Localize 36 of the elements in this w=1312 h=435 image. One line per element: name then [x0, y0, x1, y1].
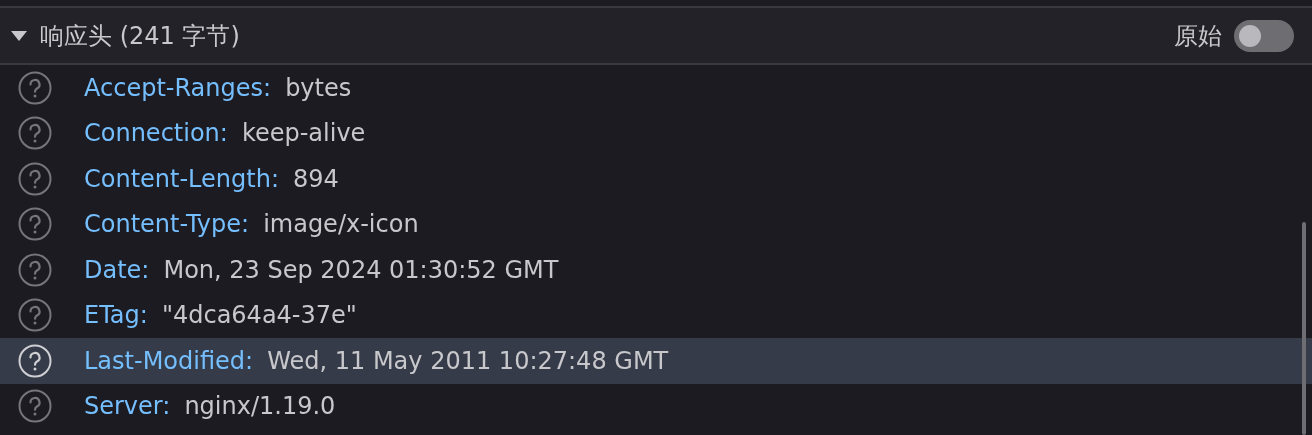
- header-value: Wed, 11 May 2011 10:27:48 GMT: [267, 346, 669, 375]
- help-icon[interactable]: [18, 161, 52, 196]
- help-icon[interactable]: [18, 389, 52, 424]
- header-value: bytes: [285, 73, 352, 102]
- header-name: Content-Type:: [84, 210, 250, 239]
- help-icon[interactable]: [18, 207, 52, 242]
- header-value: keep-alive: [241, 119, 366, 148]
- header-name: Connection:: [84, 119, 228, 148]
- scrollbar[interactable]: [1302, 222, 1306, 435]
- header-name: Accept-Ranges:: [84, 73, 272, 102]
- header-name: Content-Length:: [84, 164, 279, 193]
- header-value: 894: [293, 164, 339, 193]
- header-name: ETag:: [84, 301, 148, 330]
- header-row[interactable]: Connection: keep-alive: [0, 110, 1312, 156]
- header-row[interactable]: Accept-Ranges: bytes: [0, 65, 1312, 111]
- header-name: Server:: [84, 392, 171, 421]
- header-row[interactable]: Content-Type: image/x-icon: [0, 201, 1312, 247]
- section-title: 响应头 (241 字节): [40, 20, 241, 52]
- help-icon[interactable]: [18, 298, 52, 333]
- help-icon[interactable]: [18, 252, 52, 287]
- help-icon[interactable]: [18, 70, 52, 105]
- toggle-label: 原始: [1174, 20, 1222, 52]
- header-row[interactable]: ETag: "4dca64a4-37e": [0, 292, 1312, 338]
- section-header[interactable]: 响应头 (241 字节) 原始: [0, 6, 1312, 65]
- header-value: Mon, 23 Sep 2024 01:30:52 GMT: [163, 255, 559, 284]
- header-value: "4dca64a4-37e": [161, 301, 357, 330]
- header-name: Date:: [84, 255, 150, 284]
- raw-toggle[interactable]: [1234, 19, 1294, 52]
- header-name: Last-Modified:: [84, 346, 254, 375]
- header-value: image/x-icon: [263, 210, 419, 239]
- header-row[interactable]: Date: Mon, 23 Sep 2024 01:30:52 GMT: [0, 247, 1312, 293]
- header-row[interactable]: Server: nginx/1.19.0: [0, 383, 1312, 429]
- header-row[interactable]: Content-Length: 894: [0, 156, 1312, 202]
- help-icon[interactable]: [18, 116, 52, 151]
- header-row[interactable]: Last-Modified: Wed, 11 May 2011 10:27:48 GMT: [0, 338, 1312, 384]
- header-value: nginx/1.19.0: [184, 392, 336, 421]
